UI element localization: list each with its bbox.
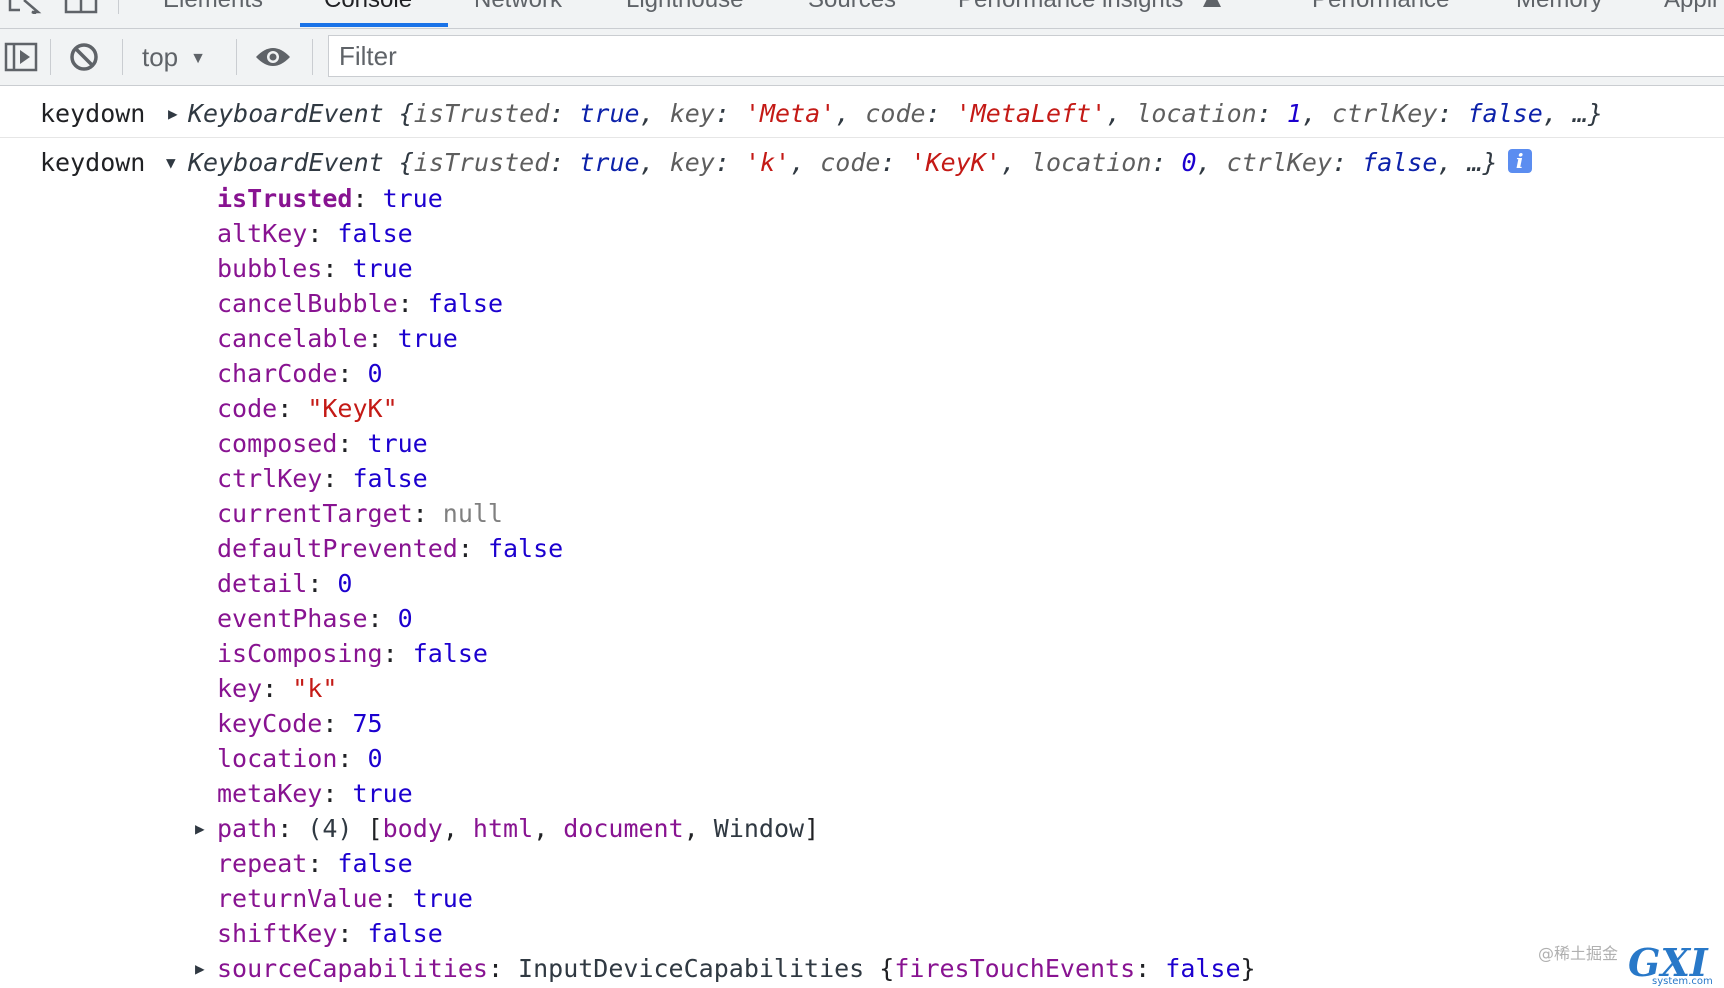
watermark-text: @稀土掘金 [1538,944,1619,963]
expand-triangle-icon[interactable]: ▶ [195,951,205,986]
device-toolbar-icon[interactable] [64,0,98,14]
live-expression-eye-icon[interactable] [254,45,292,74]
property-row[interactable]: bubbles: true [217,251,413,286]
property-row[interactable]: altKey: false [217,216,413,251]
object-preview[interactable]: KeyboardEvent {isTrusted: true, key: 'k'… [188,145,1532,181]
collapse-triangle-icon[interactable]: ▼ [166,145,176,181]
clear-console-icon[interactable] [68,41,100,78]
javascript-context-select[interactable]: top ▼ [142,42,206,74]
property-row[interactable]: eventPhase: 0 [217,601,413,636]
tab-lighthouse[interactable]: Lighthouse [626,0,743,12]
info-icon[interactable]: i [1507,149,1532,173]
toolbar-separator [312,39,313,75]
property-row[interactable]: composed: true [217,426,428,461]
property-row[interactable]: ctrlKey: false [217,461,428,496]
dropdown-caret-icon: ▼ [190,50,206,67]
toolbar-separator [50,39,51,75]
devtools-tab-strip: Elements Console Network Lighthouse Sour… [0,0,1724,29]
property-row[interactable]: key: "k" [217,671,337,706]
tab-sources[interactable]: Sources [808,0,896,12]
console-toolbar: top ▼ [0,29,1724,86]
property-row[interactable]: repeat: false [217,846,413,881]
console-message[interactable]: keydown ▶ KeyboardEvent {isTrusted: true… [0,96,1724,132]
watermark-site: system.com [1652,976,1713,987]
context-select-value: top [142,42,179,72]
toolbar-separator [236,39,237,75]
tab-elements[interactable]: Elements [163,0,263,12]
property-row[interactable]: metaKey: true [217,776,413,811]
property-row[interactable]: isTrusted: true [217,181,443,216]
tab-strip-separator [118,0,119,14]
tab-performance-insights-label: Performance insights [958,0,1183,13]
inspect-element-icon[interactable] [8,0,42,16]
object-preview[interactable]: KeyboardEvent {isTrusted: true, key: 'Me… [188,96,1603,132]
property-row[interactable]: cancelable: true [217,321,458,356]
property-row[interactable]: shiftKey: false [217,916,443,951]
expand-triangle-icon[interactable]: ▶ [195,811,205,846]
active-tab-indicator [300,23,448,27]
property-row[interactable]: detail: 0 [217,566,352,601]
message-label: keydown [40,99,146,128]
property-row[interactable]: code: "KeyK" [217,391,398,426]
property-row[interactable]: defaultPrevented: false [217,531,563,566]
tab-application[interactable]: Appli [1664,0,1717,12]
property-row[interactable]: location: 0 [217,741,383,776]
tab-performance[interactable]: Performance [1312,0,1449,12]
property-row[interactable]: returnValue: true [217,881,473,916]
tab-performance-insights[interactable]: Performance insights [958,0,1222,12]
tab-memory[interactable]: Memory [1516,0,1603,12]
console-filter-input[interactable] [328,35,1724,77]
experiment-flask-icon [1202,0,1222,12]
message-label: keydown [40,148,146,177]
property-row[interactable]: isComposing: false [217,636,488,671]
property-row[interactable]: currentTarget: null [217,496,503,531]
property-row[interactable]: keyCode: 75 [217,706,383,741]
expand-triangle-icon[interactable]: ▶ [168,96,178,132]
tab-console[interactable]: Console [324,0,412,12]
message-divider [0,137,1724,138]
console-message[interactable]: keydown ▼ KeyboardEvent {isTrusted: true… [0,145,1724,181]
show-sidebar-icon[interactable] [4,42,38,77]
tab-network[interactable]: Network [474,0,562,12]
property-row-source-capabilities[interactable]: ▶ sourceCapabilities: InputDeviceCapabili… [195,951,1256,986]
property-row[interactable]: charCode: 0 [217,356,383,391]
property-row-path[interactable]: ▶ path: (4) [body, html, document, Window… [195,811,819,846]
property-row[interactable]: cancelBubble: false [217,286,503,321]
toolbar-separator [122,39,123,75]
